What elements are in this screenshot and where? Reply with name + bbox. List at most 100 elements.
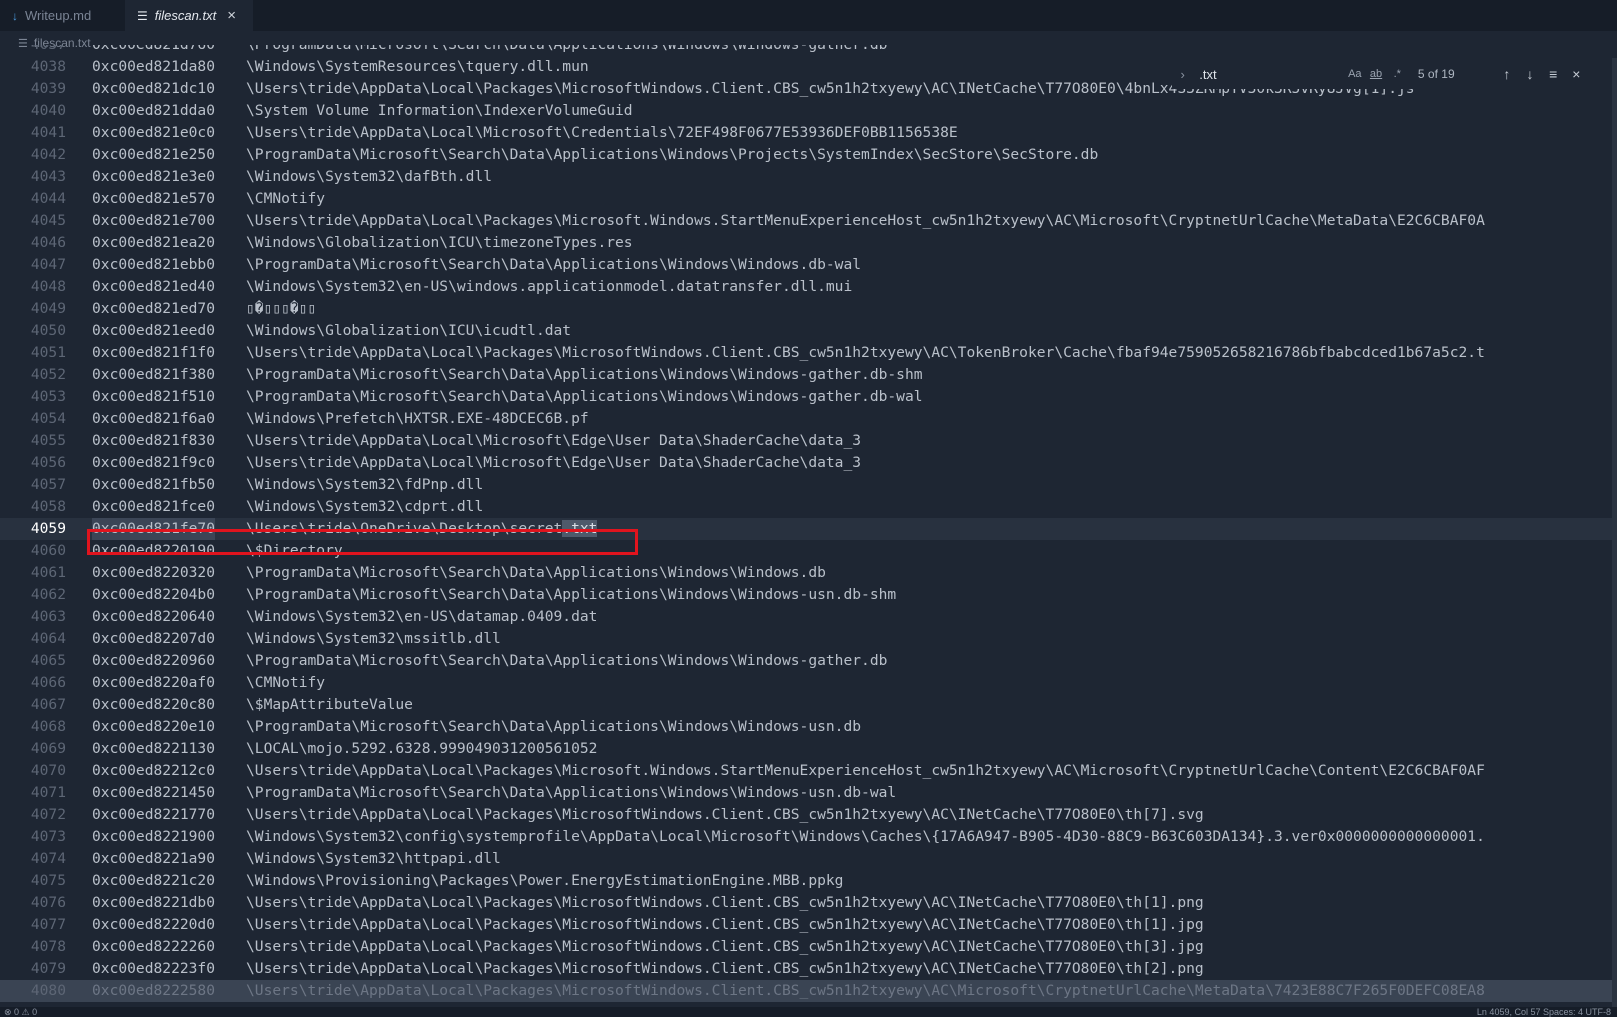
- editor-line[interactable]: 4075 0xc00ed8221c20 \Windows\Provisioning\…: [0, 870, 1617, 892]
- editor-line[interactable]: 4046 0xc00ed821ea20 \Windows\Globalization…: [0, 232, 1617, 254]
- editor-line[interactable]: 4051 0xc00ed821f1f0 \Users\tride\AppData\L…: [0, 342, 1617, 364]
- whole-word-icon[interactable]: ab: [1365, 68, 1386, 80]
- editor-line[interactable]: 4078 0xc00ed8222260 \Users\tride\AppData\L…: [0, 936, 1617, 958]
- editor-line[interactable]: 4045 0xc00ed821e700 \Users\tride\AppData\L…: [0, 210, 1617, 232]
- editor-line[interactable]: 4044 0xc00ed821e570 \CMNotify: [0, 188, 1617, 210]
- regex-icon[interactable]: .*: [1387, 68, 1408, 80]
- line-number: 4042: [30, 146, 66, 163]
- editor-line[interactable]: 4055 0xc00ed821f830 \Users\tride\AppData\L…: [0, 430, 1617, 452]
- offset-address: 0xc00ed82204b0: [92, 586, 216, 603]
- file-path-text: \Windows\System32\mssitlb.dll: [246, 630, 501, 647]
- editor-line[interactable]: 4054 0xc00ed821f6a0 \Windows\Prefetch\HXTS…: [0, 408, 1617, 430]
- match-case-icon[interactable]: Aa: [1344, 68, 1365, 80]
- file-path-text: \ProgramData\Microsoft\Search\Data\Appli…: [246, 652, 888, 669]
- close-icon[interactable]: ×: [227, 7, 236, 24]
- editor-line[interactable]: 4050 0xc00ed821eed0 \Windows\Globalization…: [0, 320, 1617, 342]
- editor-line[interactable]: 4063 0xc00ed8220640 \Windows\System32\en-U…: [0, 606, 1617, 628]
- editor-line[interactable]: 4069 0xc00ed8221130 \LOCAL\mojo.5292.6328.…: [0, 738, 1617, 760]
- editor-line[interactable]: 4079 0xc00ed82223f0 \Users\tride\AppData\L…: [0, 958, 1617, 980]
- toggle-replace-icon[interactable]: ›: [1172, 67, 1193, 82]
- editor-line[interactable]: 4062 0xc00ed82204b0 \ProgramData\Microsoft…: [0, 584, 1617, 606]
- editor-line[interactable]: 4067 0xc00ed8220c80 \$MapAttributeValue: [0, 694, 1617, 716]
- editor-line[interactable]: 4065 0xc00ed8220960 \ProgramData\Microsoft…: [0, 650, 1617, 672]
- editor-line[interactable]: 4072 0xc00ed8221770 \Users\tride\AppData\L…: [0, 804, 1617, 826]
- editor-line[interactable]: 4053 0xc00ed821f510 \ProgramData\Microsoft…: [0, 386, 1617, 408]
- editor-line[interactable]: 4074 0xc00ed8221a90 \Windows\System32\http…: [0, 848, 1617, 870]
- file-path-text: \ProgramData\Microsoft\Search\Data\Appli…: [246, 784, 897, 801]
- file-path-text: \Windows\Provisioning\Packages\Power.Ene…: [246, 872, 844, 889]
- find-in-selection-icon[interactable]: ≡: [1542, 66, 1565, 82]
- editor[interactable]: 4037 0xc00ed821d760 \ProgramData\Microsoft…: [0, 45, 1617, 1007]
- vertical-scrollbar[interactable]: [1612, 58, 1617, 1008]
- file-path: \Windows\System32\en-US\windows.applicat…: [246, 276, 852, 298]
- editor-line[interactable]: 4080 0xc00ed8222580 \Users\tride\AppData\L…: [0, 980, 1617, 1002]
- editor-line[interactable]: 4060 0xc00ed8220190 \$Directory: [0, 540, 1617, 562]
- file-path: \ProgramData\Microsoft\Search\Data\Appli…: [246, 562, 826, 584]
- text-file-icon: ☰: [137, 8, 148, 23]
- offset-address: 0xc00ed821f6a0: [92, 410, 216, 427]
- tab-writeup-md[interactable]: ↓ Writeup.md: [0, 0, 122, 31]
- editor-line[interactable]: 4057 0xc00ed821fb50 \Windows\System32\fdPn…: [0, 474, 1617, 496]
- offset-address: 0xc00ed821eed0: [92, 322, 216, 339]
- editor-line[interactable]: 4043 0xc00ed821e3e0 \Windows\System32\dafB…: [0, 166, 1617, 188]
- line-number: 4049: [30, 300, 66, 317]
- offset-address: 0xc00ed821f1f0: [92, 344, 216, 361]
- file-path-text: \Windows\System32\httpapi.dll: [246, 850, 501, 867]
- editor-line[interactable]: 4064 0xc00ed82207d0 \Windows\System32\mssi…: [0, 628, 1617, 650]
- file-path: \Windows\System32\config\systemprofile\A…: [246, 826, 1485, 848]
- line-number: 4077: [30, 916, 66, 933]
- file-path-text: ▯�▯▯▯�▯▯: [246, 300, 317, 317]
- editor-line[interactable]: 4047 0xc00ed821ebb0 \ProgramData\Microsoft…: [0, 254, 1617, 276]
- editor-line[interactable]: 4059 0xc00ed821fe70 \Users\tride\OneDrive\…: [0, 518, 1617, 540]
- offset-address: 0xc00ed821dda0: [92, 102, 216, 119]
- editor-line[interactable]: 4066 0xc00ed8220af0 \CMNotify: [0, 672, 1617, 694]
- file-path-text: \ProgramData\Microsoft\Search\Data\Appli…: [246, 45, 887, 53]
- editor-line[interactable]: 4070 0xc00ed82212c0 \Users\tride\AppData\L…: [0, 760, 1617, 782]
- line-number: 4060: [30, 542, 66, 559]
- offset-address: 0xc00ed821ed70: [92, 300, 216, 317]
- editor-line[interactable]: 4049 0xc00ed821ed70 ▯�▯▯▯�▯▯: [0, 298, 1617, 320]
- editor-line[interactable]: 4076 0xc00ed8221db0 \Users\tride\AppData\L…: [0, 892, 1617, 914]
- editor-line[interactable]: 4073 0xc00ed8221900 \Windows\System32\conf…: [0, 826, 1617, 848]
- file-path-text: \Users\tride\AppData\Local\Packages\Micr…: [246, 960, 1204, 977]
- offset-address: 0xc00ed8220640: [92, 608, 216, 625]
- find-input[interactable]: .txt: [1193, 67, 1344, 82]
- offset-address: 0xc00ed821e0c0: [92, 124, 216, 141]
- offset-address: 0xc00ed821f9c0: [92, 454, 216, 471]
- editor-line[interactable]: 4068 0xc00ed8220e10 \ProgramData\Microsoft…: [0, 716, 1617, 738]
- editor-line[interactable]: 4061 0xc00ed8220320 \ProgramData\Microsoft…: [0, 562, 1617, 584]
- editor-line[interactable]: 4077 0xc00ed82220d0 \Users\tride\AppData\L…: [0, 914, 1617, 936]
- editor-line[interactable]: 4041 0xc00ed821e0c0 \Users\tride\AppData\L…: [0, 122, 1617, 144]
- problems-status[interactable]: ⊗ 0 ⚠ 0: [4, 1007, 37, 1017]
- file-path-text: \ProgramData\Microsoft\Search\Data\Appli…: [246, 388, 923, 405]
- line-number: 4055: [30, 432, 66, 449]
- file-path-text: \Windows\System32\dafBth.dll: [246, 168, 493, 185]
- file-path-text: \Windows\SystemResources\tquery.dll.mun: [246, 58, 589, 75]
- tab-filescan-txt[interactable]: ☰ filescan.txt ×: [125, 0, 253, 31]
- offset-address: 0xc00ed821e250: [92, 146, 216, 163]
- offset-address: 0xc00ed8220320: [92, 564, 216, 581]
- line-number: 4067: [30, 696, 66, 713]
- close-icon[interactable]: ×: [1565, 66, 1588, 82]
- file-path-text: \Users\tride\AppData\Local\Microsoft\Edg…: [246, 454, 862, 471]
- cursor-status[interactable]: Ln 4059, Col 57 Spaces: 4 UTF-8: [1477, 1007, 1611, 1017]
- file-path: \ProgramData\Microsoft\Search\Data\Appli…: [246, 254, 861, 276]
- editor-line[interactable]: 4052 0xc00ed821f380 \ProgramData\Microsoft…: [0, 364, 1617, 386]
- markdown-icon: ↓: [12, 8, 18, 23]
- offset-address: 0xc00ed821fe70: [92, 518, 216, 540]
- editor-line[interactable]: 4048 0xc00ed821ed40 \Windows\System32\en-U…: [0, 276, 1617, 298]
- editor-line[interactable]: 4056 0xc00ed821f9c0 \Users\tride\AppData\L…: [0, 452, 1617, 474]
- editor-line[interactable]: 4071 0xc00ed8221450 \ProgramData\Microsoft…: [0, 782, 1617, 804]
- line-number: 4072: [30, 806, 66, 823]
- file-path: \CMNotify: [246, 672, 325, 694]
- file-path-text: \CMNotify: [246, 674, 326, 691]
- next-match-icon[interactable]: ↓: [1518, 66, 1541, 82]
- editor-line[interactable]: 4042 0xc00ed821e250 \ProgramData\Microsoft…: [0, 144, 1617, 166]
- previous-match-icon[interactable]: ↑: [1495, 66, 1518, 82]
- line-number: 4071: [30, 784, 66, 801]
- editor-line[interactable]: 4058 0xc00ed821fce0 \Windows\System32\cdpr…: [0, 496, 1617, 518]
- offset-address: 0xc00ed8221db0: [92, 894, 216, 911]
- editor-line[interactable]: 4040 0xc00ed821dda0 \System Volume Informa…: [0, 100, 1617, 122]
- editor-line[interactable]: 4037 0xc00ed821d760 \ProgramData\Microsoft…: [0, 45, 1617, 56]
- line-number: 4043: [30, 168, 66, 185]
